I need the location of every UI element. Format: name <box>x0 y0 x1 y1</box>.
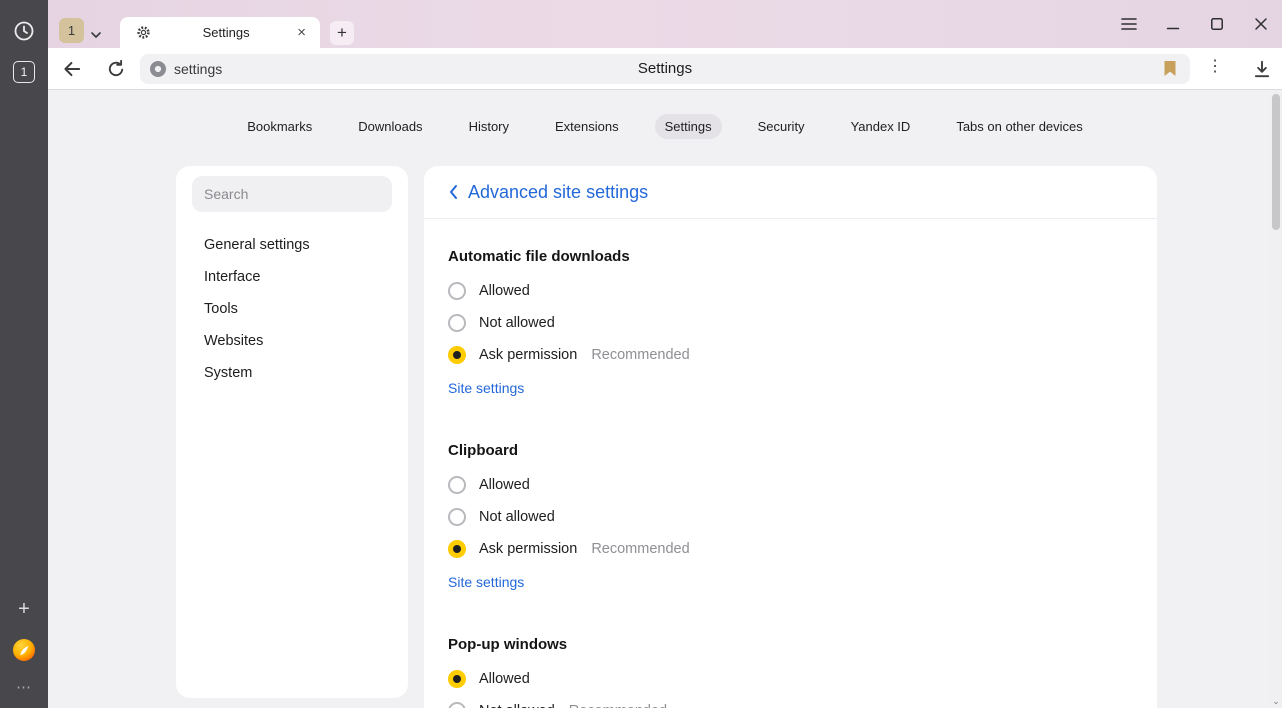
address-bar[interactable]: settings Settings <box>140 54 1190 84</box>
nav-item-extensions[interactable]: Extensions <box>545 114 629 139</box>
settings-menu-list: General settings Interface Tools Website… <box>176 229 408 389</box>
section-title: Automatic file downloads <box>448 248 1133 265</box>
reload-button[interactable] <box>106 59 126 79</box>
search-box <box>192 176 392 212</box>
radio-unchecked-icon[interactable] <box>448 702 466 708</box>
tab-close-icon[interactable]: × <box>293 24 310 41</box>
option-label: Not allowed <box>479 703 555 708</box>
settings-top-nav: Bookmarks Downloads History Extensions S… <box>48 114 1282 139</box>
menu-item-general-settings[interactable]: General settings <box>176 229 408 261</box>
menu-item-interface[interactable]: Interface <box>176 261 408 293</box>
back-button[interactable] <box>61 58 83 80</box>
panel-header-back[interactable]: Advanced site settings <box>424 166 1157 219</box>
radio-unchecked-icon[interactable] <box>448 282 466 300</box>
browser-tab-settings[interactable]: Settings × <box>120 17 320 48</box>
radio-option-ask-permission[interactable]: Ask permission Recommended <box>448 533 1133 565</box>
tab-panel-button[interactable]: 1 <box>13 61 35 83</box>
menu-item-websites[interactable]: Websites <box>176 325 408 357</box>
yandex-browser-logo-icon[interactable] <box>12 638 36 662</box>
tab-count-label: 1 <box>21 65 28 79</box>
menu-hamburger-icon[interactable] <box>1118 13 1140 35</box>
radio-option-not-allowed[interactable]: Not allowed Recommended <box>448 695 1133 708</box>
option-label: Ask permission <box>479 347 577 363</box>
nav-item-security[interactable]: Security <box>748 114 815 139</box>
browser-toolbar: settings Settings ⋮ <box>48 48 1282 90</box>
radio-option-allowed[interactable]: Allowed <box>448 663 1133 695</box>
nav-item-history[interactable]: History <box>459 114 519 139</box>
panel-title: Advanced site settings <box>468 182 648 203</box>
minimize-button[interactable] <box>1162 13 1184 35</box>
rail-more-icon[interactable]: ⋯ <box>0 678 48 696</box>
menu-item-tools[interactable]: Tools <box>176 293 408 325</box>
nav-item-settings[interactable]: Settings <box>655 114 722 139</box>
search-input[interactable] <box>192 186 392 202</box>
nav-item-downloads[interactable]: Downloads <box>348 114 432 139</box>
section-pop-up-windows: Pop-up windows Allowed Not allowed Recom… <box>448 592 1133 708</box>
advanced-site-settings-panel: Advanced site settings Automatic file do… <box>424 166 1157 708</box>
radio-unchecked-icon[interactable] <box>448 508 466 526</box>
radio-option-allowed[interactable]: Allowed <box>448 469 1133 501</box>
settings-page: Bookmarks Downloads History Extensions S… <box>48 90 1282 708</box>
radio-option-not-allowed[interactable]: Not allowed <box>448 501 1133 533</box>
radio-checked-icon[interactable] <box>448 540 466 558</box>
section-title: Pop-up windows <box>448 636 1133 653</box>
radio-option-allowed[interactable]: Allowed <box>448 275 1133 307</box>
vertical-scrollbar[interactable]: ⌄ <box>1270 90 1282 708</box>
radio-unchecked-icon[interactable] <box>448 476 466 494</box>
rail-new-tab-button[interactable]: + <box>0 598 48 621</box>
radio-option-ask-permission[interactable]: Ask permission Recommended <box>448 339 1133 371</box>
close-window-button[interactable] <box>1250 13 1272 35</box>
option-label: Allowed <box>479 477 530 493</box>
radio-option-not-allowed[interactable]: Not allowed <box>448 307 1133 339</box>
toolbar-more-icon[interactable]: ⋮ <box>1204 56 1226 82</box>
recommended-note: Recommended <box>569 703 667 708</box>
tab-group-count: 1 <box>68 23 75 38</box>
radio-checked-icon[interactable] <box>448 346 466 364</box>
settings-menu-card: General settings Interface Tools Website… <box>176 166 408 698</box>
recommended-note: Recommended <box>591 347 689 363</box>
nav-item-bookmarks[interactable]: Bookmarks <box>237 114 322 139</box>
page-title: Settings <box>140 60 1190 78</box>
menu-item-system[interactable]: System <box>176 357 408 389</box>
nav-item-tabs-other-devices[interactable]: Tabs on other devices <box>946 114 1092 139</box>
option-label: Allowed <box>479 671 530 687</box>
recommended-note: Recommended <box>591 541 689 557</box>
site-settings-link[interactable]: Site settings <box>448 574 524 590</box>
option-label: Not allowed <box>479 509 555 525</box>
site-settings-link[interactable]: Site settings <box>448 380 524 396</box>
section-automatic-file-downloads: Automatic file downloads Allowed Not all… <box>448 219 1133 398</box>
chevron-left-icon <box>448 184 458 200</box>
maximize-button[interactable] <box>1206 13 1228 35</box>
radio-checked-icon[interactable] <box>448 670 466 688</box>
gear-icon <box>136 25 151 40</box>
panel-body: Automatic file downloads Allowed Not all… <box>424 219 1157 708</box>
tab-group-badge[interactable]: 1 <box>59 18 84 43</box>
radio-unchecked-icon[interactable] <box>448 314 466 332</box>
window-titlebar: 1 Settings × + <box>48 0 1282 48</box>
window-controls <box>1118 0 1272 48</box>
history-clock-icon[interactable] <box>13 20 35 42</box>
section-title: Clipboard <box>448 442 1133 459</box>
bookmark-icon[interactable] <box>1163 60 1177 77</box>
scroll-down-arrow-icon[interactable]: ⌄ <box>1270 696 1282 707</box>
browser-side-rail: 1 + ⋯ <box>0 0 48 708</box>
new-tab-button[interactable]: + <box>330 21 354 45</box>
download-icon[interactable] <box>1252 59 1272 79</box>
tab-group-chevron-down-icon[interactable] <box>90 26 102 44</box>
scrollbar-thumb[interactable] <box>1272 94 1280 230</box>
tab-title: Settings <box>159 25 293 40</box>
section-clipboard: Clipboard Allowed Not allowed Ask permis… <box>448 398 1133 592</box>
option-label: Not allowed <box>479 315 555 331</box>
option-label: Ask permission <box>479 541 577 557</box>
nav-item-yandex-id[interactable]: Yandex ID <box>841 114 921 139</box>
option-label: Allowed <box>479 283 530 299</box>
